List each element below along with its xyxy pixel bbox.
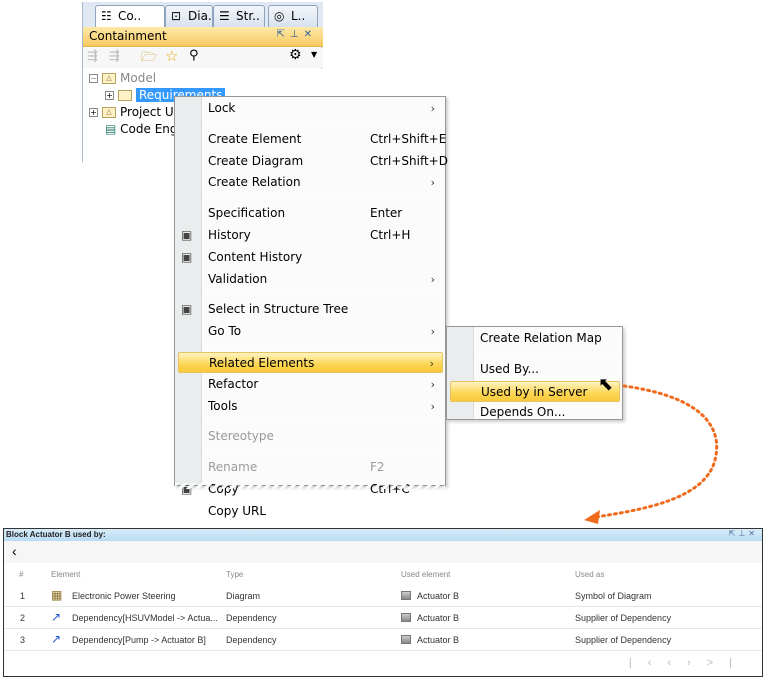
element-name: Electronic Power Steering [72,591,176,601]
back-icon[interactable]: ‹ [12,543,17,559]
arrowhead [584,510,600,524]
element-type: Dependency [226,613,277,623]
used-as: Symbol of Diagram [575,591,652,601]
used-element: Actuator B [417,591,460,601]
block-icon [401,635,411,644]
panel-controls[interactable]: ⇱⊥✕ [729,529,758,538]
row-number: 1 [20,591,26,601]
pager[interactable]: |‹‹›>| [629,657,748,669]
dependency-icon: ↗ [51,632,62,646]
table-row[interactable]: 3 Dependency[Pump -> Actuator B] Dependenc… [4,629,762,651]
row-number: 2 [20,613,26,623]
dotted-curve [594,384,719,519]
table-row[interactable]: 1 Electronic Power Steering Diagram Actuato… [4,585,762,607]
element-name: Dependency[HSUVModel -> Actua... [72,613,218,623]
block-icon [401,613,411,622]
column-header-used-element[interactable]: Used element [401,570,450,579]
element-name: Dependency[Pump -> Actuator B] [72,635,206,645]
block-icon [401,591,411,600]
used-as: Supplier of Dependency [575,613,672,623]
element-type: Dependency [226,635,277,645]
column-header-number: # [19,570,24,579]
used-as: Supplier of Dependency [575,635,672,645]
diagram-icon: ▦ [51,588,63,602]
usage-table: 1 Electronic Power Steering Diagram Actuato… [4,585,762,653]
element-type: Diagram [226,591,261,601]
nav-bar: ‹ [4,541,762,563]
dependency-icon: ↗ [51,610,62,624]
table-row[interactable]: 2 Dependency[HSUVModel -> Actua... Depende… [4,607,762,629]
column-header-type[interactable]: Type [226,570,243,579]
used-element: Actuator B [417,613,460,623]
used-by-title-bar: Block Actuator B used by: ⇱⊥✕ [4,529,762,541]
used-by-panel: Block Actuator B used by: ⇱⊥✕ ‹ # Element… [3,528,763,677]
row-number: 3 [20,635,26,645]
used-element: Actuator B [417,635,460,645]
column-header-element[interactable]: Element [51,570,80,579]
column-header-used-as[interactable]: Used as [575,570,604,579]
